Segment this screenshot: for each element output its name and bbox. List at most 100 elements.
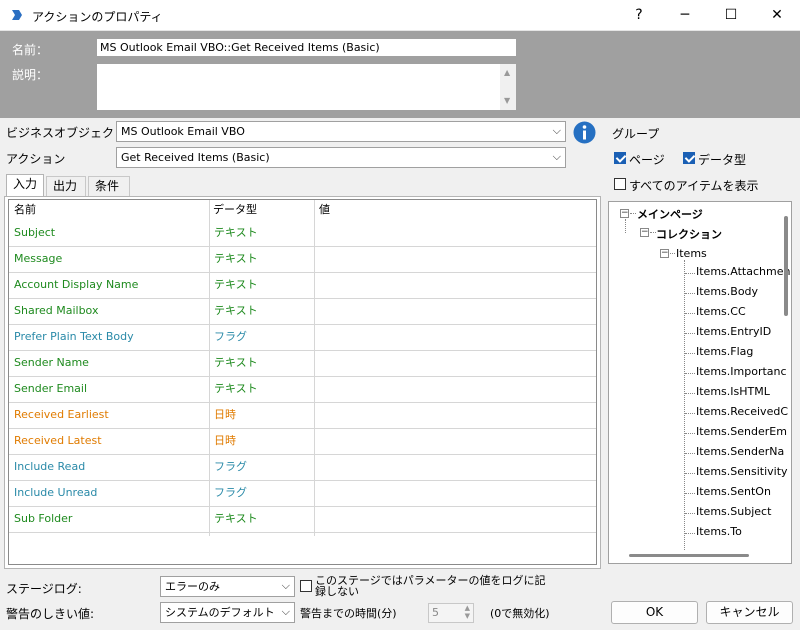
warning-threshold-select[interactable]: システムのデフォルト ⌵ bbox=[160, 602, 295, 623]
description-field[interactable]: ▲ ▼ bbox=[96, 63, 517, 111]
title-bar: アクションのプロパティ ? ─ ☐ ✕ bbox=[0, 0, 800, 31]
param-value-field[interactable] bbox=[315, 351, 595, 377]
name-field[interactable]: MS Outlook Email VBO::Get Received Items… bbox=[96, 38, 517, 57]
table-row[interactable]: Include Read フラグ bbox=[9, 455, 596, 481]
datatype-checkbox-label: データ型 bbox=[698, 153, 747, 167]
close-button[interactable]: ✕ bbox=[754, 0, 800, 31]
warning-threshold-value: システムのデフォルト bbox=[165, 606, 275, 619]
tree-line bbox=[684, 260, 685, 550]
cancel-button[interactable]: キャンセル bbox=[706, 601, 793, 624]
tree-horizontal-scrollbar[interactable] bbox=[629, 554, 749, 557]
param-value-field[interactable] bbox=[315, 507, 595, 533]
tree-node-field[interactable]: Items.Flag bbox=[696, 345, 753, 358]
param-value-field[interactable] bbox=[315, 247, 595, 273]
tab-input[interactable]: 入力 bbox=[6, 174, 44, 196]
param-type: フラグ bbox=[214, 486, 247, 499]
stage-log-select[interactable]: エラーのみ ⌵ bbox=[160, 576, 295, 597]
action-select[interactable]: Get Received Items (Basic) ⌵ bbox=[116, 147, 566, 168]
tree-node-field[interactable]: Items.SentOn bbox=[696, 485, 771, 498]
table-row[interactable]: Shared Mailbox テキスト bbox=[9, 299, 596, 325]
business-object-label: ビジネスオブジェクト bbox=[6, 126, 127, 140]
description-scrollbar[interactable]: ▲ ▼ bbox=[500, 64, 516, 110]
param-name: Subject bbox=[14, 226, 56, 239]
param-name: Sender Email bbox=[14, 382, 88, 395]
warning-time-spinner[interactable]: 5 ▲ ▼ bbox=[428, 603, 474, 623]
param-value-field[interactable] bbox=[315, 221, 595, 247]
tree-node-main-page[interactable]: メインページ bbox=[637, 206, 703, 222]
maximize-button[interactable]: ☐ bbox=[708, 0, 754, 31]
tab-output[interactable]: 出力 bbox=[46, 176, 86, 196]
param-value-field[interactable] bbox=[315, 403, 595, 429]
tree-node-field[interactable]: Items.Attachmen bbox=[696, 265, 790, 278]
tree-node-field[interactable]: Items.To bbox=[696, 525, 742, 538]
scroll-down-icon[interactable]: ▼ bbox=[504, 96, 510, 105]
tree-vertical-scrollbar[interactable] bbox=[784, 216, 788, 316]
param-value-field[interactable] bbox=[315, 429, 595, 455]
table-row[interactable]: Received Latest 日時 bbox=[9, 429, 596, 455]
tree-line bbox=[685, 513, 695, 514]
param-value-field[interactable] bbox=[315, 325, 595, 351]
tree-line bbox=[685, 473, 695, 474]
table-row[interactable]: Subject テキスト bbox=[9, 221, 596, 247]
collapse-icon[interactable]: − bbox=[620, 209, 629, 218]
help-button[interactable]: ? bbox=[616, 0, 662, 31]
tree-node-field[interactable]: Items.CC bbox=[696, 305, 746, 318]
param-value-field[interactable] bbox=[315, 299, 595, 325]
collapse-icon[interactable]: − bbox=[640, 228, 649, 237]
tree-node-collection[interactable]: コレクション bbox=[656, 226, 722, 242]
param-name: Received Earliest bbox=[14, 408, 109, 421]
tree-node-field[interactable]: Items.Sensitivity bbox=[696, 465, 788, 478]
table-row[interactable]: Sender Email テキスト bbox=[9, 377, 596, 403]
table-row[interactable]: Message テキスト bbox=[9, 247, 596, 273]
tree-line bbox=[685, 433, 695, 434]
param-value-field[interactable] bbox=[315, 455, 595, 481]
info-icon[interactable] bbox=[573, 121, 596, 144]
param-value-field[interactable] bbox=[315, 481, 595, 507]
param-name: Prefer Plain Text Body bbox=[14, 330, 134, 343]
tree-node-field[interactable]: Items.Body bbox=[696, 285, 758, 298]
tree-line bbox=[685, 293, 695, 294]
datatype-checkbox[interactable] bbox=[683, 152, 695, 164]
business-object-select[interactable]: MS Outlook Email VBO ⌵ bbox=[116, 121, 566, 142]
column-header-value[interactable]: 値 bbox=[315, 200, 595, 220]
minimize-button[interactable]: ─ bbox=[662, 0, 708, 31]
stage-log-value: エラーのみ bbox=[165, 580, 220, 593]
tree-node-field[interactable]: Items.SenderEm bbox=[696, 425, 787, 438]
param-type: テキスト bbox=[214, 252, 258, 265]
table-row[interactable]: Account Display Name テキスト bbox=[9, 273, 596, 299]
tree-node-field[interactable]: Items.ReceivedC bbox=[696, 405, 788, 418]
column-header-type[interactable]: データ型 bbox=[209, 200, 314, 220]
tree-line bbox=[630, 213, 636, 214]
param-value-field[interactable] bbox=[315, 377, 595, 403]
tree-node-field[interactable]: Items.SenderNa bbox=[696, 445, 784, 458]
tree-node-field[interactable]: Items.Importanc bbox=[696, 365, 787, 378]
table-row[interactable]: Prefer Plain Text Body フラグ bbox=[9, 325, 596, 351]
param-value-field[interactable] bbox=[315, 273, 595, 299]
warning-threshold-label: 警告のしきい値: bbox=[6, 607, 95, 621]
tree-line bbox=[685, 413, 695, 414]
tree-node-field[interactable]: Items.Subject bbox=[696, 505, 771, 518]
scroll-up-icon[interactable]: ▲ bbox=[504, 68, 510, 77]
collapse-icon[interactable]: − bbox=[660, 249, 669, 258]
app-icon bbox=[12, 10, 22, 20]
log-params-checkbox[interactable] bbox=[300, 580, 312, 592]
tree-line bbox=[685, 353, 695, 354]
description-label: 説明： bbox=[12, 68, 49, 82]
name-label: 名前： bbox=[12, 43, 49, 57]
table-row[interactable]: Include Unread フラグ bbox=[9, 481, 596, 507]
group-label: グループ bbox=[612, 127, 660, 141]
table-row[interactable]: Sub Folder テキスト bbox=[9, 507, 596, 533]
tree-node-field[interactable]: Items.IsHTML bbox=[696, 385, 770, 398]
spinner-arrows-icon[interactable]: ▲ ▼ bbox=[465, 604, 470, 620]
tree-node-field[interactable]: Items.EntryID bbox=[696, 325, 771, 338]
column-header-name[interactable]: 名前 bbox=[10, 200, 208, 220]
table-row[interactable]: Sender Name テキスト bbox=[9, 351, 596, 377]
chevron-down-icon: ⌵ bbox=[281, 605, 290, 618]
show-all-checkbox[interactable] bbox=[614, 178, 626, 190]
ok-button[interactable]: OK bbox=[611, 601, 698, 624]
tree-node-items[interactable]: Items bbox=[676, 247, 707, 260]
param-type: テキスト bbox=[214, 226, 258, 239]
page-checkbox[interactable] bbox=[614, 152, 626, 164]
tab-conditions[interactable]: 条件 bbox=[88, 176, 130, 196]
table-row[interactable]: Received Earliest 日時 bbox=[9, 403, 596, 429]
